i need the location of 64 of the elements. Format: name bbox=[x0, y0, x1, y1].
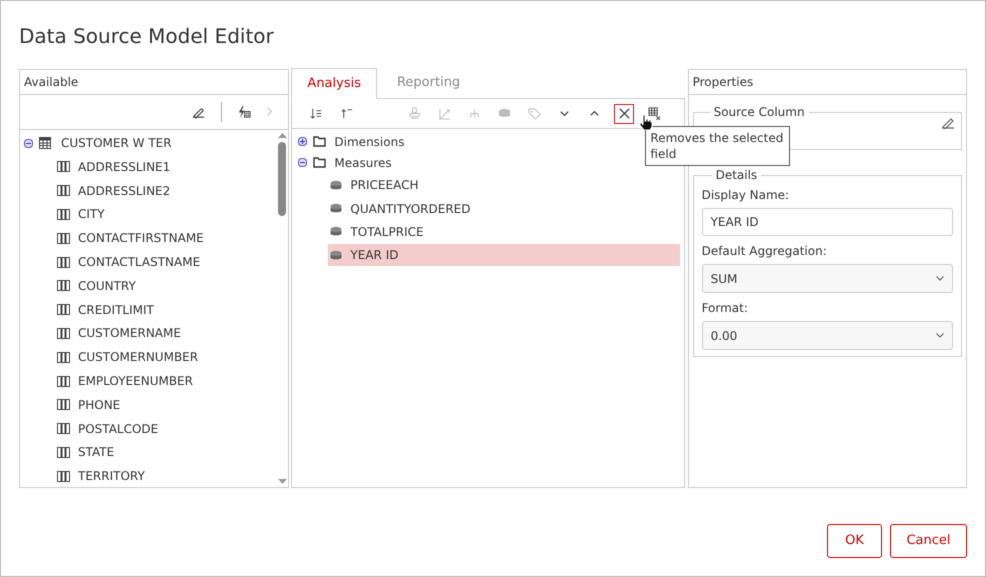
column-icon bbox=[57, 399, 70, 410]
tooltip: Removes the selected field bbox=[645, 126, 790, 166]
panel-title: Properties bbox=[692, 74, 754, 91]
column-icon bbox=[57, 423, 70, 434]
tree-item[interactable]: PHONE bbox=[78, 396, 120, 414]
column-icon bbox=[57, 376, 70, 387]
column-icon bbox=[57, 208, 70, 220]
field-label: Default Aggregation: bbox=[702, 243, 827, 260]
group-legend: Details bbox=[712, 166, 762, 184]
tree-item[interactable]: Dimensions bbox=[334, 132, 404, 150]
table-icon bbox=[39, 137, 51, 149]
tree-item[interactable]: POSTALCODE bbox=[78, 420, 158, 438]
column-icon bbox=[57, 304, 70, 316]
column-icon bbox=[57, 328, 70, 339]
scroll-thumb[interactable] bbox=[278, 142, 286, 216]
tree-item[interactable]: CONTACTFIRSTNAME bbox=[78, 229, 204, 248]
tree-item[interactable]: COUNTRY bbox=[78, 276, 136, 295]
tab[interactable]: Reporting bbox=[376, 68, 480, 98]
tree-item[interactable]: QUANTITYORDERED bbox=[328, 198, 680, 220]
ok-button[interactable]: OK bbox=[827, 524, 882, 558]
panel-title: Available bbox=[24, 74, 78, 91]
collapse-icon[interactable] bbox=[24, 138, 33, 148]
column-icon bbox=[57, 470, 70, 482]
field-label: Display Name: bbox=[702, 187, 790, 204]
tree-item[interactable]: TERRITORY bbox=[78, 467, 145, 486]
tree-item[interactable]: ADDRESSLINE2 bbox=[78, 182, 170, 200]
tree-item[interactable]: CUSTOMERNAME bbox=[78, 324, 181, 342]
column-icon bbox=[57, 352, 70, 363]
tree-item[interactable]: TOTALPRICE bbox=[328, 220, 680, 243]
chevron-down-icon bbox=[936, 276, 944, 281]
folder-icon bbox=[313, 157, 326, 168]
collapse-icon[interactable] bbox=[298, 158, 308, 167]
hand-cursor-icon bbox=[639, 114, 654, 130]
tree-item[interactable]: CONTACTLASTNAME bbox=[78, 253, 200, 272]
tree-item[interactable]: PRICEEACH bbox=[328, 174, 680, 196]
tree-item[interactable]: Measures bbox=[334, 154, 392, 172]
tree-item[interactable]: CUSTOMER W TER bbox=[61, 134, 172, 152]
scroll-up-icon[interactable] bbox=[278, 132, 287, 138]
tree-item[interactable]: EMPLOYEENUMBER bbox=[78, 372, 193, 390]
column-icon bbox=[57, 280, 70, 292]
expand-icon[interactable] bbox=[298, 137, 308, 146]
close-icon[interactable] bbox=[614, 104, 634, 124]
aggregation-dropdown[interactable]: SUM bbox=[702, 264, 953, 293]
tree-item[interactable]: STATE bbox=[78, 443, 114, 462]
tree-item[interactable]: YEAR ID bbox=[328, 244, 680, 266]
column-icon bbox=[57, 161, 70, 172]
window-title: Data Source Model Editor bbox=[19, 23, 274, 49]
field-label: Format: bbox=[702, 300, 748, 317]
cancel-button[interactable]: Cancel bbox=[890, 524, 967, 558]
tree-item[interactable]: CITY bbox=[78, 205, 105, 224]
tree-item[interactable]: CREDITLIMIT bbox=[78, 300, 154, 319]
group-legend: Source Column bbox=[710, 103, 809, 121]
column-icon bbox=[57, 256, 70, 268]
tree-item[interactable]: CUSTOMERNUMBER bbox=[78, 348, 198, 366]
column-icon bbox=[57, 232, 70, 244]
column-icon bbox=[57, 446, 70, 458]
chevron-down-icon bbox=[936, 333, 944, 338]
format-dropdown[interactable]: 0.00 bbox=[702, 321, 953, 350]
tab[interactable]: Analysis bbox=[291, 68, 377, 99]
folder-icon bbox=[313, 136, 326, 147]
scroll-down-icon[interactable] bbox=[278, 479, 287, 485]
column-icon bbox=[57, 185, 70, 196]
tree-item[interactable]: ADDRESSLINE1 bbox=[78, 158, 170, 176]
display-name-field[interactable]: YEAR ID bbox=[702, 208, 953, 236]
